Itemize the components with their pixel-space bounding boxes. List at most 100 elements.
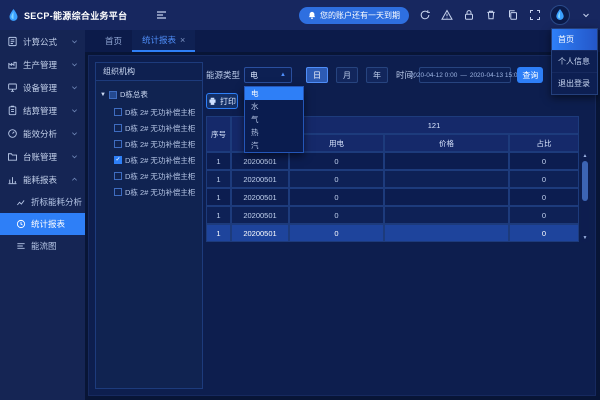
tree-node[interactable]: D栋 2# 无功补偿主柜 [100, 120, 198, 136]
table-row[interactable]: 1 20200501 0 0 [206, 170, 579, 188]
sidebar: 计算公式 生产管理 设备管理 结算管理 能效分析 台账管理 能耗报表 折标能耗分… [0, 30, 85, 400]
table-scrollbar[interactable]: ▲ ▼ [581, 152, 589, 242]
cell-date: 20200501 [231, 188, 289, 206]
bell-icon [308, 11, 316, 20]
tree-node-checkbox[interactable] [114, 172, 122, 180]
user-caret-icon[interactable] [579, 9, 592, 22]
chevron-down-icon [71, 107, 78, 114]
printer-icon [208, 97, 217, 106]
energy-option-water[interactable]: 水 [245, 100, 303, 113]
tree-node-checkbox[interactable] [114, 188, 122, 196]
trash-icon[interactable] [484, 9, 497, 22]
tree-node[interactable]: D栋 2# 无功补偿主柜 [100, 184, 198, 200]
cell-ratio: 0 [509, 224, 579, 242]
col-header-price: 价格 [384, 134, 509, 152]
account-notice-text: 您的账户还有一天到期 [320, 10, 400, 21]
sidebar-collapse-icon[interactable] [155, 9, 168, 21]
date-range-input[interactable]: 2020-04-12 0:00 — 2020-04-13 15:00 [419, 67, 511, 83]
cell-ratio: 0 [509, 188, 579, 206]
cell-ratio: 0 [509, 170, 579, 188]
tree-root-node[interactable]: ▼ D栋总表 [100, 89, 198, 100]
user-menu-item-home[interactable]: 首页 [552, 29, 597, 50]
energy-option-gas[interactable]: 气 [245, 113, 303, 126]
factory-icon [7, 59, 18, 70]
org-tree-panel: 组织机构 ▼ D栋总表 D栋 2# 无功补偿主柜 D栋 2# 无功补偿主柜 D栋… [95, 62, 203, 389]
sidebar-item-energy-reports[interactable]: 能耗报表 [0, 168, 85, 191]
cell-serial: 1 [206, 224, 231, 242]
tree-expander-icon[interactable]: ▼ [100, 92, 106, 98]
tree-node[interactable]: D栋 2# 无功补偿主柜 [100, 136, 198, 152]
tree-node-checkbox-checked[interactable]: ✓ [114, 156, 122, 164]
report-zone: 能源类型 电 ▲ 日 月 年 时间: 2020-04-12 0:00 — 202… [206, 62, 589, 389]
tree-root-checkbox[interactable] [109, 91, 117, 99]
sidebar-item-label: 计算公式 [23, 36, 57, 48]
alert-icon[interactable] [440, 9, 453, 22]
query-button[interactable]: 查询 [517, 67, 543, 83]
chevron-down-icon [71, 130, 78, 137]
app-title: SECP-能源综合业务平台 [24, 9, 127, 22]
print-button[interactable]: 打印 [206, 93, 238, 109]
submenu-item-conversion-analysis[interactable]: 折标能耗分析 [0, 191, 85, 213]
submenu-item-label: 能流图 [31, 240, 57, 252]
scrollbar-thumb[interactable] [582, 161, 588, 201]
period-year-button[interactable]: 年 [366, 67, 388, 83]
cell-serial: 1 [206, 188, 231, 206]
cell-usage: 0 [289, 206, 384, 224]
cell-date: 20200501 [231, 170, 289, 188]
tree-node-checkbox[interactable] [114, 124, 122, 132]
tree-node-selected[interactable]: ✓ D栋 2# 无功补偿主柜 [100, 152, 198, 168]
tree-node-checkbox[interactable] [114, 108, 122, 116]
clock-icon [16, 219, 26, 229]
tab-home[interactable]: 首页 [95, 30, 132, 52]
tab-bar: 首页 统计报表 × [85, 30, 600, 52]
sidebar-item-settlement[interactable]: 结算管理 [0, 99, 85, 122]
tree-node-label: D栋 2# 无功补偿主柜 [125, 171, 195, 182]
table-row[interactable]: 1 20200501 0 0 [206, 206, 579, 224]
user-menu-item-profile[interactable]: 个人信息 [552, 50, 597, 72]
tree-node-checkbox[interactable] [114, 140, 122, 148]
tab-label: 统计报表 [142, 34, 176, 46]
org-tree: ▼ D栋总表 D栋 2# 无功补偿主柜 D栋 2# 无功补偿主柜 D栋 2# 无… [96, 81, 202, 208]
main-content: 组织机构 ▼ D栋总表 D栋 2# 无功补偿主柜 D栋 2# 无功补偿主柜 D栋… [88, 55, 596, 396]
date-separator: — [460, 72, 467, 79]
sidebar-item-equipment[interactable]: 设备管理 [0, 76, 85, 99]
chevron-up-icon [71, 176, 78, 183]
user-avatar[interactable] [550, 5, 570, 25]
table-row[interactable]: 1 20200501 0 0 [206, 188, 579, 206]
fullscreen-icon[interactable] [528, 9, 541, 22]
energy-option-steam[interactable]: 汽 [245, 139, 303, 152]
energy-option-electricity[interactable]: 电 [245, 87, 303, 100]
scroll-down-icon[interactable]: ▼ [583, 234, 588, 242]
refresh-icon[interactable] [418, 9, 431, 22]
tree-node[interactable]: D栋 2# 无功补偿主柜 [100, 104, 198, 120]
energy-option-heat[interactable]: 热 [245, 126, 303, 139]
clipboard-icon [7, 105, 18, 116]
tree-node[interactable]: D栋 2# 无功补偿主柜 [100, 168, 198, 184]
period-day-button[interactable]: 日 [306, 67, 328, 83]
col-header-serial: 序号 [206, 116, 231, 152]
monitor-icon [7, 82, 18, 93]
lock-icon[interactable] [462, 9, 475, 22]
scroll-up-icon[interactable]: ▲ [583, 152, 588, 160]
submenu-item-label: 折标能耗分析 [31, 196, 82, 208]
sidebar-item-formula[interactable]: 计算公式 [0, 30, 85, 53]
folder-icon [7, 151, 18, 162]
energy-type-select[interactable]: 电 ▲ [244, 67, 292, 83]
sidebar-item-ledger[interactable]: 台账管理 [0, 145, 85, 168]
sidebar-item-production[interactable]: 生产管理 [0, 53, 85, 76]
filter-toolbar: 能源类型 电 ▲ 日 月 年 时间: 2020-04-12 0:00 — 202… [206, 66, 589, 84]
table-row-selected[interactable]: 1 20200501 0 0 [206, 224, 579, 242]
sidebar-item-efficiency[interactable]: 能效分析 [0, 122, 85, 145]
tab-statistics-report[interactable]: 统计报表 × [132, 30, 195, 52]
select-caret-up-icon: ▲ [280, 72, 286, 78]
tab-close-icon[interactable]: × [180, 35, 185, 45]
period-month-button[interactable]: 月 [336, 67, 358, 83]
submenu-item-energy-flow[interactable]: 能流图 [0, 235, 85, 257]
copy-icon[interactable] [506, 9, 519, 22]
table-row[interactable]: 1 20200501 0 0 [206, 152, 579, 170]
user-menu-item-logout[interactable]: 退出登录 [552, 72, 597, 94]
cell-date: 20200501 [231, 224, 289, 242]
submenu-item-statistics-report[interactable]: 统计报表 [0, 213, 85, 235]
account-notice-button[interactable]: 您的账户还有一天到期 [299, 7, 409, 24]
cell-ratio: 0 [509, 152, 579, 170]
